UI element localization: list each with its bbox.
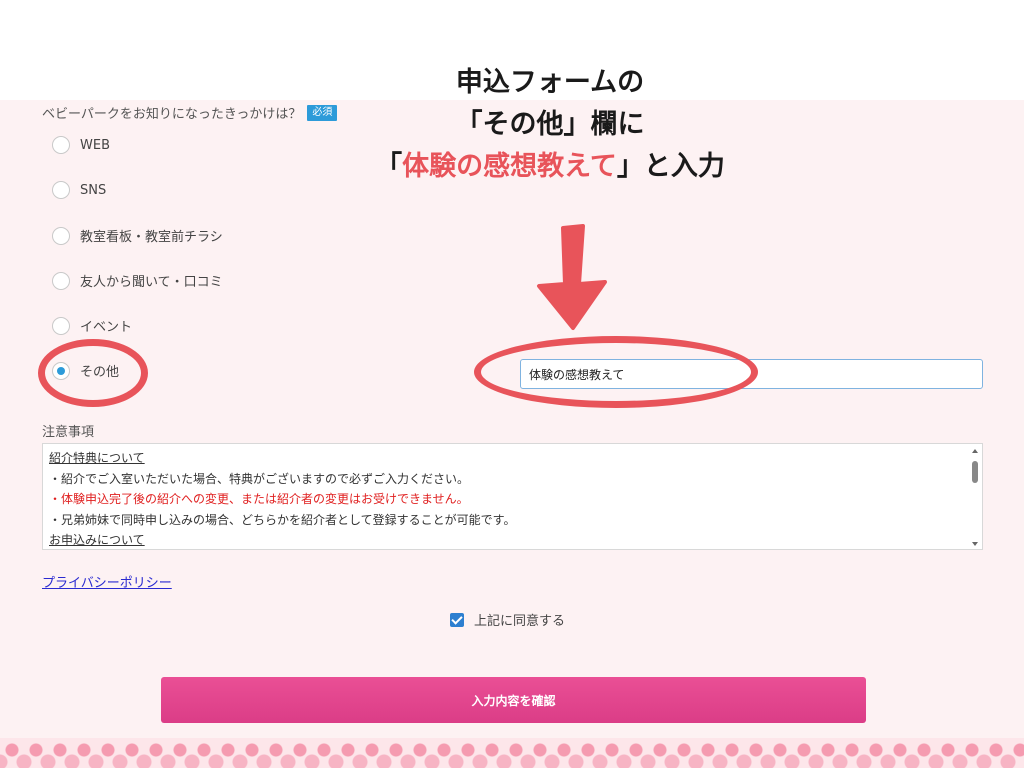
annotation-line-2: 「その他」欄に <box>455 109 645 140</box>
scroll-down-arrow-icon[interactable] <box>972 542 978 546</box>
notes-line-warning: ・体験申込完了後の紹介への変更、または紹介者の変更はお受けできません。 <box>49 492 469 506</box>
question-label: ベビーパークをお知りになったきっかけは？ 必須 <box>42 103 338 122</box>
radio-label: イベント <box>80 320 133 335</box>
annotation-line-3-tail: 」と入力 <box>616 151 725 182</box>
radio-button[interactable] <box>52 226 70 245</box>
notes-line: ・紹介でご入室いただいた場合、特典がございますので必ずご入力ください。 <box>49 471 470 486</box>
radio-button-selected[interactable] <box>52 361 70 380</box>
annotation-bracket-open: 「 <box>375 151 403 182</box>
notes-heading-application: お申込みについて <box>49 533 145 547</box>
instruction-annotation: 申込フォームの 「その他」欄に 「体験の感想教えて」と入力 <box>300 62 800 188</box>
annotation-line-3: 「体験の感想教えて」と入力 <box>300 146 800 188</box>
radio-option-event[interactable]: イベント <box>52 316 132 335</box>
radio-button[interactable] <box>52 271 70 290</box>
radio-label: WEB <box>80 137 110 153</box>
notes-heading-referral: 紹介特典について <box>49 451 145 465</box>
down-arrow-icon <box>537 224 607 330</box>
confirm-input-button[interactable]: 入力内容を確認 <box>161 677 866 723</box>
form-background <box>0 100 1024 768</box>
annotation-line-1: 申込フォームの <box>455 67 645 98</box>
radio-label: SNS <box>80 182 107 198</box>
agree-checkbox[interactable] <box>450 612 464 627</box>
radio-button[interactable] <box>52 136 70 154</box>
radio-option-sns[interactable]: SNS <box>52 181 106 199</box>
other-text-input[interactable] <box>520 359 983 389</box>
scroll-up-arrow-icon[interactable] <box>972 449 978 453</box>
radio-button[interactable] <box>52 316 70 335</box>
radio-label: 教室看板・教室前チラシ <box>80 230 223 245</box>
radio-option-other[interactable]: その他 <box>52 361 119 380</box>
notes-scrollbar[interactable] <box>969 445 981 549</box>
agree-checkbox-row[interactable]: 上記に同意する <box>450 610 565 629</box>
privacy-policy-link[interactable]: プライバシーポリシー <box>42 572 172 591</box>
notes-line: ・兄弟姉妹で同時申し込みの場合、どちらかを紹介者として登録することが可能です。 <box>49 512 516 527</box>
radio-option-friend[interactable]: 友人から聞いて・口コミ <box>52 271 223 290</box>
annotation-highlight: 体験の感想教えて <box>402 151 617 182</box>
notes-scroll-box[interactable]: 紹介特典について ・紹介でご入室いただいた場合、特典がございますので必ずご入力く… <box>42 443 983 550</box>
agree-label: 上記に同意する <box>474 614 566 629</box>
scroll-thumb[interactable] <box>972 461 978 483</box>
question-text: ベビーパークをお知りになったきっかけは？ <box>42 107 302 122</box>
radio-label: 友人から聞いて・口コミ <box>80 275 223 290</box>
radio-label: その他 <box>80 365 120 380</box>
lace-border-decoration <box>0 738 1024 768</box>
radio-option-web[interactable]: WEB <box>52 136 110 154</box>
notes-title: 注意事項 <box>42 425 95 440</box>
radio-button[interactable] <box>52 181 70 199</box>
radio-option-signboard[interactable]: 教室看板・教室前チラシ <box>52 226 223 245</box>
